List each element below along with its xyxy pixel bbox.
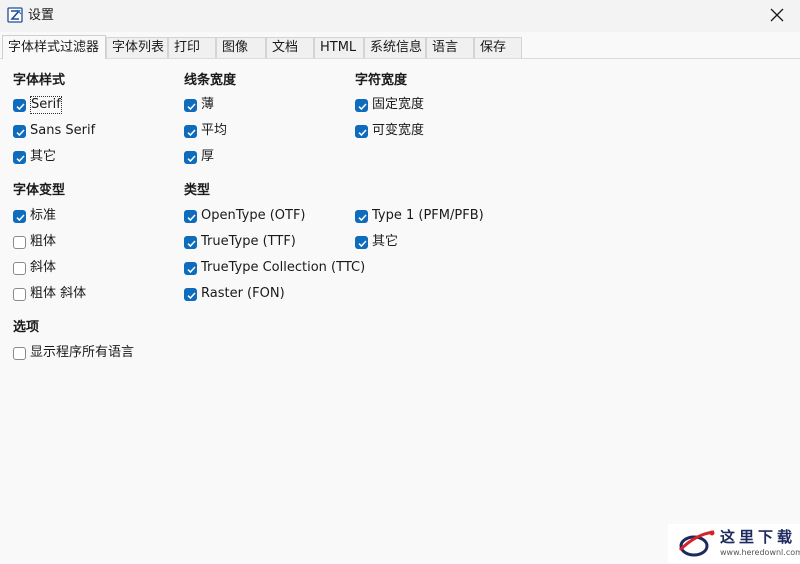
settings-window: 设置 字体样式过滤器 字体列表 打印 图像 文档 HTML 系统信息 语言 保存… [0, 0, 800, 563]
checkbox-checked-icon [184, 235, 197, 249]
checkbox-raster[interactable]: Raster (FON) [184, 285, 285, 303]
tab-language[interactable]: 语言 [426, 37, 474, 58]
tab-image[interactable]: 图像 [216, 37, 266, 58]
checkbox-variable-width[interactable]: 可变宽度 [355, 122, 424, 140]
checkbox-checked-icon [184, 209, 197, 223]
checkbox-unchecked-icon [13, 235, 26, 249]
checkbox-label: 厚 [201, 149, 215, 164]
tab-font-list[interactable]: 字体列表 [106, 37, 168, 58]
checkbox-checked-icon [13, 124, 26, 138]
checkbox-checked-icon [184, 261, 197, 275]
checkbox-thin[interactable]: 薄 [184, 96, 214, 114]
checkbox-show-all-languages[interactable]: 显示程序所有语言 [13, 344, 134, 362]
settings-app-icon [7, 7, 23, 23]
checkbox-sans-serif[interactable]: Sans Serif [13, 122, 95, 140]
tab-html[interactable]: HTML [314, 37, 364, 58]
tab-save[interactable]: 保存 [474, 37, 522, 58]
checkbox-regular[interactable]: 标准 [13, 207, 56, 225]
checkbox-label: Sans Serif [30, 123, 96, 138]
window-title: 设置 [28, 8, 55, 23]
checkbox-type-other[interactable]: 其它 [355, 233, 398, 251]
checkbox-checked-icon [184, 124, 197, 138]
checkbox-label: TrueType Collection (TTC) [201, 260, 366, 275]
checkbox-thick[interactable]: 厚 [184, 148, 214, 166]
checkbox-label: TrueType (TTF) [201, 234, 296, 249]
checkbox-unchecked-icon [13, 287, 26, 301]
checkbox-label: 平均 [201, 123, 228, 138]
checkbox-bold[interactable]: 粗体 [13, 233, 56, 251]
group-title-font-variant: 字体变型 [13, 183, 66, 198]
checkbox-average[interactable]: 平均 [184, 122, 227, 140]
tab-font-style-filter[interactable]: 字体样式过滤器 [2, 35, 106, 59]
watermark: 这里下载 www.heredownl.com [668, 524, 800, 563]
checkbox-label: 斜体 [30, 260, 57, 275]
checkbox-type1[interactable]: Type 1 (PFM/PFB) [355, 207, 484, 225]
group-title-type: 类型 [184, 183, 211, 198]
checkbox-checked-icon [355, 98, 368, 112]
checkbox-opentype[interactable]: OpenType (OTF) [184, 207, 306, 225]
checkbox-fixed-width[interactable]: 固定宽度 [355, 96, 424, 114]
checkbox-unchecked-icon [13, 346, 26, 360]
checkbox-label: OpenType (OTF) [201, 208, 306, 223]
checkbox-label: 粗体 斜体 [30, 286, 87, 301]
checkbox-label: Raster (FON) [201, 286, 285, 301]
group-title-char-width: 字符宽度 [355, 73, 408, 88]
checkbox-checked-icon [355, 235, 368, 249]
checkbox-checked-icon [184, 150, 197, 164]
checkbox-checked-icon [13, 209, 26, 223]
checkbox-label: 固定宽度 [372, 97, 425, 112]
group-title-line-width: 线条宽度 [184, 73, 237, 88]
checkbox-label: 标准 [30, 208, 57, 223]
tab-print[interactable]: 打印 [168, 37, 216, 58]
checkbox-style-other[interactable]: 其它 [13, 148, 56, 166]
checkbox-checked-icon [184, 287, 197, 301]
checkbox-checked-icon [355, 209, 368, 223]
title-bar[interactable]: 设置 [0, 0, 800, 32]
watermark-url: www.heredownl.com [720, 548, 800, 557]
close-icon [770, 7, 784, 26]
checkbox-label: Serif [30, 96, 62, 114]
watermark-text: 这里下载 [720, 528, 797, 546]
group-title-options: 选项 [13, 320, 40, 335]
tab-document[interactable]: 文档 [266, 37, 314, 58]
checkbox-checked-icon [13, 150, 26, 164]
checkbox-truetype[interactable]: TrueType (TTF) [184, 233, 296, 251]
group-title-font-style: 字体样式 [13, 73, 66, 88]
checkbox-checked-icon [184, 98, 197, 112]
checkbox-label: Type 1 (PFM/PFB) [372, 208, 484, 223]
checkbox-truetype-collection[interactable]: TrueType Collection (TTC) [184, 259, 365, 277]
checkbox-serif[interactable]: Serif [13, 96, 62, 114]
checkbox-italic[interactable]: 斜体 [13, 259, 56, 277]
tab-strip-divider [0, 58, 800, 59]
checkbox-unchecked-icon [13, 261, 26, 275]
tab-system-info[interactable]: 系统信息 [364, 37, 426, 58]
checkbox-label: 其它 [372, 234, 399, 249]
checkbox-checked-icon [355, 124, 368, 138]
checkbox-label: 其它 [30, 149, 57, 164]
close-button[interactable] [754, 0, 800, 32]
checkbox-bold-italic[interactable]: 粗体 斜体 [13, 285, 86, 303]
checkbox-label: 可变宽度 [372, 123, 425, 138]
checkbox-checked-icon [13, 98, 26, 112]
watermark-logo-icon [676, 528, 718, 564]
checkbox-label: 薄 [201, 97, 215, 112]
checkbox-label: 显示程序所有语言 [30, 345, 135, 360]
checkbox-label: 粗体 [30, 234, 57, 249]
